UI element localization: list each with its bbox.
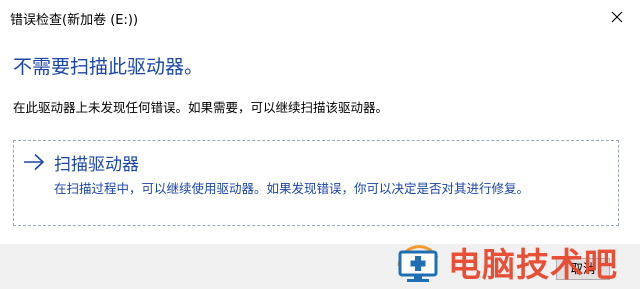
title-bar: 错误检查(新加卷 (E:)) <box>0 0 640 34</box>
computer-monitor-icon <box>397 245 439 282</box>
right-arrow-icon <box>24 153 45 171</box>
status-heading: 不需要扫描此驱动器。 <box>13 56 204 78</box>
close-button[interactable] <box>594 0 640 34</box>
watermark-text: 电脑技术吧 <box>448 245 618 284</box>
scan-drive-title: 扫描驱动器 <box>54 155 139 175</box>
scan-drive-option[interactable]: 扫描驱动器 在扫描过程中，可以继续使用驱动器。如果发现错误，你可以决定是否对其进… <box>13 140 619 226</box>
watermark: 电脑技术吧 <box>393 236 640 289</box>
status-description: 在此驱动器上未发现任何错误。如果需要，可以继续扫描该驱动器。 <box>13 100 389 115</box>
scan-drive-description: 在扫描过程中，可以继续使用驱动器。如果发现错误，你可以决定是否对其进行修复。 <box>54 181 530 196</box>
close-icon <box>611 11 623 23</box>
window-title: 错误检查(新加卷 (E:)) <box>10 13 139 28</box>
